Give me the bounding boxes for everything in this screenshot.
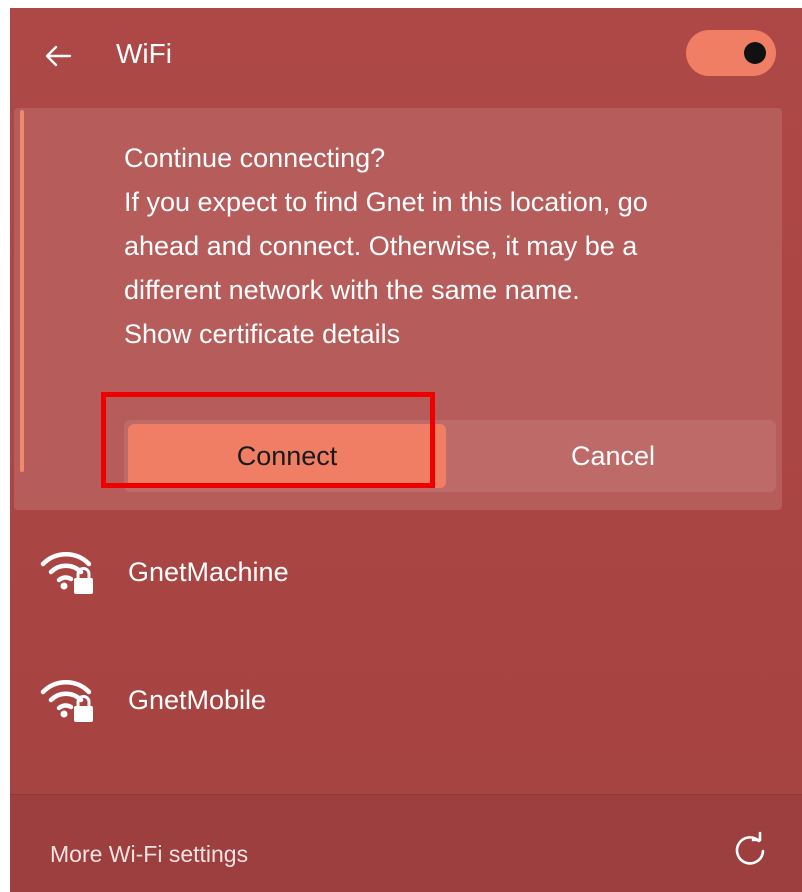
show-certificate-link[interactable]: Show certificate details <box>124 312 764 356</box>
prompt-heading: Continue connecting? <box>124 143 386 173</box>
prompt-message-line: different network with the same name. <box>124 275 580 305</box>
wifi-toggle[interactable] <box>686 30 776 76</box>
arrow-left-icon <box>45 45 72 67</box>
connect-button[interactable]: Connect <box>128 424 446 488</box>
refresh-button[interactable] <box>728 829 772 873</box>
prompt-message-line: If you expect to find Gnet in this locat… <box>124 187 648 217</box>
wifi-secured-icon <box>40 552 93 594</box>
wifi-header: WiFi <box>10 8 802 106</box>
accent-bar <box>20 110 24 472</box>
refresh-icon <box>735 831 765 865</box>
back-button[interactable] <box>40 36 80 76</box>
cancel-button[interactable]: Cancel <box>454 424 772 488</box>
flyout-footer: More Wi-Fi settings <box>10 794 802 892</box>
network-name: GnetMobile <box>128 685 267 715</box>
connect-prompt: Continue connecting? If you expect to fi… <box>14 108 782 510</box>
page-title: WiFi <box>116 38 172 69</box>
more-wifi-settings-link[interactable]: More Wi-Fi settings <box>50 841 248 868</box>
network-item-gnetmachine[interactable]: GnetMachine <box>10 518 802 618</box>
network-item-gnetmobile[interactable]: GnetMobile <box>10 646 802 746</box>
wifi-flyout: WiFi Continue connecting? If you expect … <box>10 8 802 892</box>
wifi-secured-icon <box>40 680 93 722</box>
toggle-knob <box>744 42 766 64</box>
network-name: GnetMachine <box>128 557 289 587</box>
prompt-button-row: Connect Cancel <box>124 420 776 492</box>
prompt-message-line: ahead and connect. Otherwise, it may be … <box>124 231 638 261</box>
prompt-text: Continue connecting? If you expect to fi… <box>124 136 764 356</box>
